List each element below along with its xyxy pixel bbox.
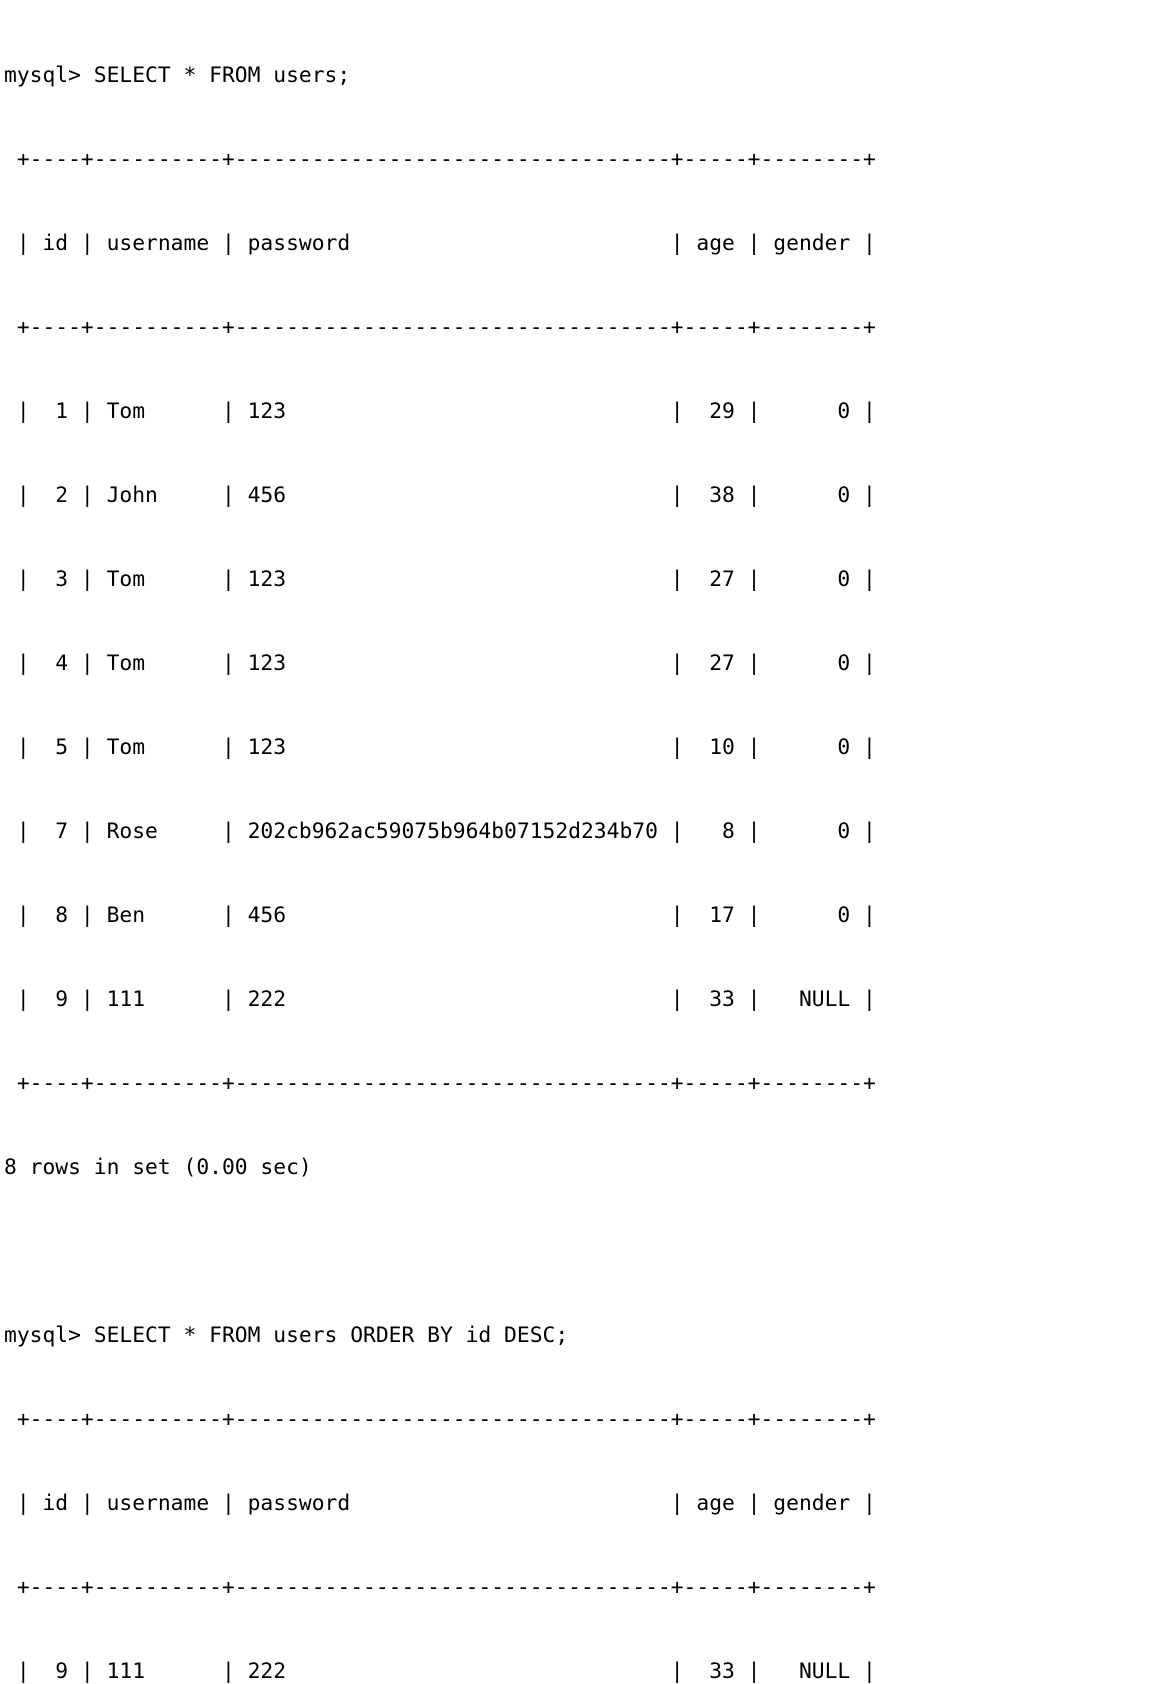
table-separator-line: +----+----------+-----------------------… <box>4 1071 876 1096</box>
terminal-line: mysql> SELECT * FROM users; <box>4 63 351 88</box>
terminal-output-pane[interactable]: mysql> SELECT * FROM users; +----+------… <box>0 0 1164 1684</box>
result-status-text: 8 rows in set (0.00 sec) <box>4 1155 312 1180</box>
table-separator-line: +----+----------+-----------------------… <box>4 1407 876 1432</box>
table-row: | 8 | Ben | 456 | 17 | 0 | <box>4 903 876 928</box>
table-header-row: | id | username | password | age | gende… <box>4 1491 876 1516</box>
table-row: | 2 | John | 456 | 38 | 0 | <box>4 483 876 508</box>
table-header-row: | id | username | password | age | gende… <box>4 231 876 256</box>
table-row: | 5 | Tom | 123 | 10 | 0 | <box>4 735 876 760</box>
table-row: | 4 | Tom | 123 | 27 | 0 | <box>4 651 876 676</box>
table-separator-line: +----+----------+-----------------------… <box>4 315 876 340</box>
table-row: | 9 | 111 | 222 | 33 | NULL | <box>4 987 876 1012</box>
table-row: | 1 | Tom | 123 | 29 | 0 | <box>4 399 876 424</box>
terminal-line: mysql> SELECT * FROM users ORDER BY id D… <box>4 1323 569 1348</box>
table-separator-line: +----+----------+-----------------------… <box>4 147 876 172</box>
table-row: | 3 | Tom | 123 | 27 | 0 | <box>4 567 876 592</box>
table-row: | 9 | 111 | 222 | 33 | NULL | <box>4 1659 876 1684</box>
table-separator-line: +----+----------+-----------------------… <box>4 1575 876 1600</box>
